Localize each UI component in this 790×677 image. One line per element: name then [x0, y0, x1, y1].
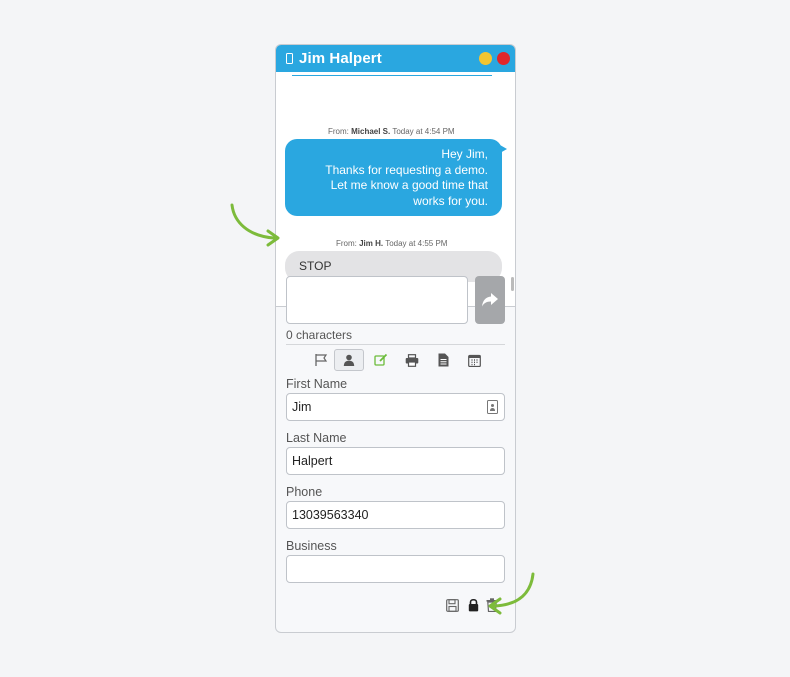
phone-label: Phone [286, 485, 323, 499]
character-count: 0 characters [286, 328, 353, 342]
phone-field[interactable]: 13039563340 [286, 501, 505, 529]
last-name-value: Halpert [292, 454, 333, 468]
message-compose-input[interactable] [286, 276, 468, 324]
document-icon [438, 353, 448, 367]
last-name-field[interactable]: Halpert [286, 447, 505, 475]
message-line: works for you. [413, 193, 488, 208]
flag-icon [315, 354, 328, 366]
bubble-tail [500, 145, 507, 153]
annotation-arrow-lock [488, 572, 535, 615]
message-thread[interactable]: From: Michael S. Today at 4:54 PM Hey Ji… [276, 72, 515, 306]
calendar-icon [467, 354, 481, 367]
business-label: Business [286, 539, 337, 553]
save-icon[interactable] [446, 599, 459, 612]
window-titlebar: Jim Halpert [276, 45, 515, 72]
message-meta: From: Michael S. Today at 4:54 PM [328, 127, 455, 136]
send-button[interactable] [475, 276, 505, 324]
chat-window: Jim Halpert From: Michael S. Today at 4:… [275, 44, 516, 633]
meta-prefix: From: [336, 239, 360, 248]
last-name-label: Last Name [286, 431, 347, 445]
message-line: Let me know a good time that [330, 178, 488, 192]
calendar-tab[interactable] [459, 349, 489, 371]
meta-prefix: From: [328, 127, 352, 136]
close-button[interactable] [497, 52, 510, 65]
message-text: STOP [299, 259, 332, 273]
notes-tab[interactable] [366, 349, 396, 371]
annotation-arrow-stop [230, 203, 280, 247]
flag-tab[interactable] [306, 349, 336, 371]
edit-icon [374, 353, 388, 366]
message-line: Thanks for requesting a demo. [325, 162, 488, 177]
message-meta: From: Jim H. Today at 4:55 PM [336, 239, 447, 248]
phone-value: 13039563340 [292, 508, 369, 522]
first-name-label: First Name [286, 377, 348, 391]
message-sender: Jim H. [359, 239, 384, 248]
thread-top-divider [292, 75, 492, 76]
message-time: Today at 4:55 PM [383, 239, 448, 248]
business-field[interactable] [286, 555, 505, 583]
first-name-field[interactable]: Jim [286, 393, 505, 421]
first-name-value: Jim [292, 400, 312, 414]
contact-card-icon[interactable] [487, 400, 498, 414]
mobile-phone-icon [286, 53, 293, 64]
document-tab[interactable] [428, 349, 458, 371]
section-separator [286, 344, 505, 345]
contact-toolbar [306, 349, 486, 371]
share-arrow-icon [482, 293, 498, 307]
minimize-button[interactable] [479, 52, 492, 65]
person-icon [343, 354, 355, 366]
message-line: Hey Jim, [441, 147, 488, 161]
message-time: Today at 4:54 PM [390, 127, 455, 136]
print-icon [405, 353, 419, 367]
thread-scrollbar[interactable] [511, 277, 514, 291]
print-tab[interactable] [397, 349, 427, 371]
window-title: Jim Halpert [299, 50, 382, 67]
outgoing-message-bubble: Hey Jim, Thanks for requesting a demo. L… [285, 139, 507, 216]
message-sender: Michael S. [351, 127, 391, 136]
person-tab[interactable] [334, 349, 364, 371]
